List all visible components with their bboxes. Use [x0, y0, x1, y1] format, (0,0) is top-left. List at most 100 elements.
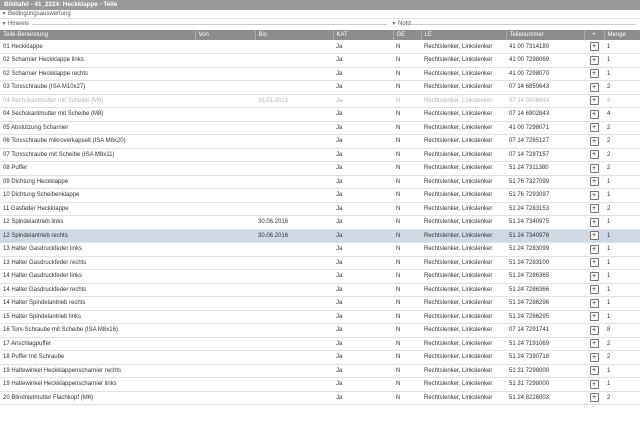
- cell-le: Rechtslenker, Linkslenker: [421, 40, 506, 54]
- cell-von: [195, 350, 255, 365]
- table-row[interactable]: 19 Haltewinkel Heckklappenscharnier rech…: [0, 364, 640, 378]
- col-header-von[interactable]: Von: [195, 30, 256, 40]
- cell-name: 05 Abstützung Scharnier: [0, 121, 195, 135]
- add-to-cart-button[interactable]: +: [589, 325, 599, 335]
- cell-kat: Ja: [333, 215, 393, 230]
- add-to-cart-button[interactable]: +: [589, 231, 599, 241]
- cell-bis: [255, 350, 333, 365]
- cell-teilenummer: 41 00 7314180: [506, 40, 584, 54]
- table-row[interactable]: 14 Halter Gasdruckfeder links Ja N Rechtsle…: [0, 269, 640, 284]
- add-to-cart-button[interactable]: +: [589, 42, 599, 51]
- cell-add: +: [584, 364, 604, 378]
- add-to-cart-button[interactable]: +: [589, 136, 599, 146]
- cell-add: +: [584, 53, 604, 68]
- table-row[interactable]: 03 Torxschraube (ISA M10x27) Ja N Rechtslen…: [0, 80, 640, 95]
- col-header-kat[interactable]: KAT: [333, 30, 394, 40]
- table-row[interactable]: 04 Sechskantmutter mit Scheibe (M8) 31.01…: [0, 94, 640, 108]
- cell-le: Rechtslenker, Linkslenker: [421, 80, 506, 95]
- cell-le: Rechtslenker, Linkslenker: [421, 134, 506, 149]
- add-to-cart-button[interactable]: +: [589, 379, 599, 389]
- add-to-cart-button[interactable]: +: [589, 366, 599, 376]
- add-to-cart-button[interactable]: +: [589, 312, 599, 322]
- col-header-name[interactable]: Teile-Benennung: [0, 30, 196, 40]
- table-row[interactable]: 13 Halter Gasdruckfeder rechts Ja N Rechtsl…: [0, 256, 640, 270]
- col-header-teilenummer[interactable]: Teilenummer: [506, 30, 585, 40]
- cell-ge: N: [393, 283, 421, 297]
- table-row[interactable]: 12 Spindelantrieb rechts 30.06.2016 Ja N Rec…: [0, 229, 640, 243]
- hinweis-toggle[interactable]: ▼ Hinweis: [0, 19, 30, 30]
- cell-ge: N: [393, 188, 421, 203]
- table-row[interactable]: 11 Gasfeder Heckklappe Ja N Rechtslenker, L…: [0, 202, 640, 216]
- table-row[interactable]: 02 Scharnier Heckklappe rechts Ja N Rechtsl…: [0, 67, 640, 81]
- cell-von: [195, 175, 255, 189]
- table-row[interactable]: 08 Puffer Ja N Rechtslenker, Linkslenker 51 …: [0, 161, 640, 176]
- add-to-cart-button[interactable]: +: [589, 271, 599, 281]
- table-row[interactable]: 18 Puffer mit Schraube Ja N Rechtslenker, L…: [0, 350, 640, 365]
- cell-bis: [255, 337, 333, 351]
- table-row[interactable]: 07 Torxschraube mit Scheibe (ISA M8x11) J…: [0, 148, 640, 162]
- cell-ge: N: [393, 391, 421, 405]
- add-to-cart-button[interactable]: +: [589, 352, 599, 362]
- add-to-cart-button[interactable]: +: [589, 204, 599, 214]
- table-row[interactable]: 05 Abstützung Scharnier Ja N Rechtslenker, …: [0, 121, 640, 135]
- add-to-cart-button[interactable]: +: [589, 82, 599, 92]
- add-to-cart-button[interactable]: +: [589, 150, 599, 160]
- cell-ge: N: [393, 323, 421, 338]
- cell-von: [195, 269, 255, 284]
- table-row[interactable]: 15 Halter Spindelantrieb links Ja N Rechtsl…: [0, 310, 640, 324]
- table-row[interactable]: 16 Torx-Schraube mit Scheibe (ISA M8x16)…: [0, 323, 640, 338]
- table-row[interactable]: 19 Haltewinkel Heckklappenscharnier link…: [0, 377, 640, 392]
- table-row[interactable]: 14 Halter Gasdruckfeder rechts Ja N Rechtsl…: [0, 283, 640, 297]
- cell-add: +: [584, 148, 604, 162]
- table-row[interactable]: 14 Halter Spindelantrieb rechts Ja N Rechts…: [0, 296, 640, 311]
- cell-bis: [255, 202, 333, 216]
- table-row[interactable]: 06 Torxschraube mikroverkapselt (ISA M8x…: [0, 134, 640, 149]
- add-to-cart-button[interactable]: +: [589, 258, 599, 268]
- add-to-cart-button[interactable]: +: [589, 109, 599, 119]
- cell-le: Rechtslenker, Linkslenker: [421, 121, 506, 135]
- add-to-cart-button[interactable]: +: [589, 393, 599, 403]
- table-row[interactable]: 17 Anschlagpuffer Ja N Rechtslenker, Linksl…: [0, 337, 640, 351]
- table-row[interactable]: 12 Spindelantrieb links 30.06.2016 Ja N Rech…: [0, 215, 640, 230]
- table-row[interactable]: 20 Blindnietmutter Flachkopf (M6) Ja N Rech…: [0, 391, 640, 405]
- cell-ge: N: [393, 310, 421, 324]
- table-row[interactable]: 02 Scharnier Heckklappe links Ja N Rechtsle…: [0, 53, 640, 68]
- cell-add: +: [584, 121, 604, 135]
- table-row[interactable]: 10 Dichtung Scheibenklappe Ja N Rechtslenke…: [0, 188, 640, 203]
- add-to-cart-button[interactable]: +: [589, 55, 599, 65]
- notiz-toggle[interactable]: ▼ Notiz: [390, 19, 412, 30]
- col-header-ge[interactable]: GE: [393, 30, 422, 40]
- add-to-cart-button[interactable]: +: [589, 190, 599, 200]
- add-to-cart-button[interactable]: +: [589, 163, 599, 173]
- col-header-bis[interactable]: Bis: [255, 30, 334, 40]
- add-to-cart-button[interactable]: +: [589, 123, 599, 133]
- cell-le: Rechtslenker, Linkslenker: [421, 283, 506, 297]
- cell-le: Rechtslenker, Linkslenker: [421, 188, 506, 203]
- cell-von: [195, 296, 255, 311]
- add-to-cart-button[interactable]: +: [589, 217, 599, 227]
- add-to-cart-button[interactable]: +: [589, 285, 599, 295]
- table-row[interactable]: 01 Heckklappe Ja N Rechtslenker, Linkslenke…: [0, 40, 640, 54]
- chevron-down-icon: ▼: [1, 21, 7, 27]
- add-to-cart-button[interactable]: +: [589, 339, 599, 349]
- table-row[interactable]: 04 Sechskantmutter mit Scheibe (M8) Ja N Re…: [0, 107, 640, 122]
- add-to-cart-button[interactable]: +: [589, 96, 599, 106]
- bedingungsauswertung-toggle[interactable]: ▼ Bedingungsauswertung: [0, 10, 640, 19]
- add-to-cart-button[interactable]: +: [589, 177, 599, 187]
- cell-von: [195, 53, 255, 68]
- add-to-cart-button[interactable]: +: [589, 298, 599, 308]
- table-row[interactable]: 09 Dichtung Heckklappe Ja N Rechtslenker, L…: [0, 175, 640, 189]
- cell-add: +: [584, 94, 604, 108]
- col-header-plus[interactable]: +: [584, 30, 605, 40]
- cell-add: +: [584, 337, 604, 351]
- table-row[interactable]: 13 Halter Gasdruckfeder links Ja N Rechtsle…: [0, 242, 640, 257]
- cell-von: [195, 80, 255, 95]
- cell-ge: N: [393, 215, 421, 230]
- cell-teilenummer: 51 24 7390718: [506, 350, 584, 365]
- add-to-cart-button[interactable]: +: [589, 69, 599, 79]
- col-header-le[interactable]: LE: [421, 30, 507, 40]
- col-header-menge[interactable]: Menge: [604, 30, 640, 40]
- cell-menge: 2: [604, 134, 640, 149]
- add-to-cart-button[interactable]: +: [589, 244, 599, 254]
- cell-kat: Ja: [333, 40, 393, 54]
